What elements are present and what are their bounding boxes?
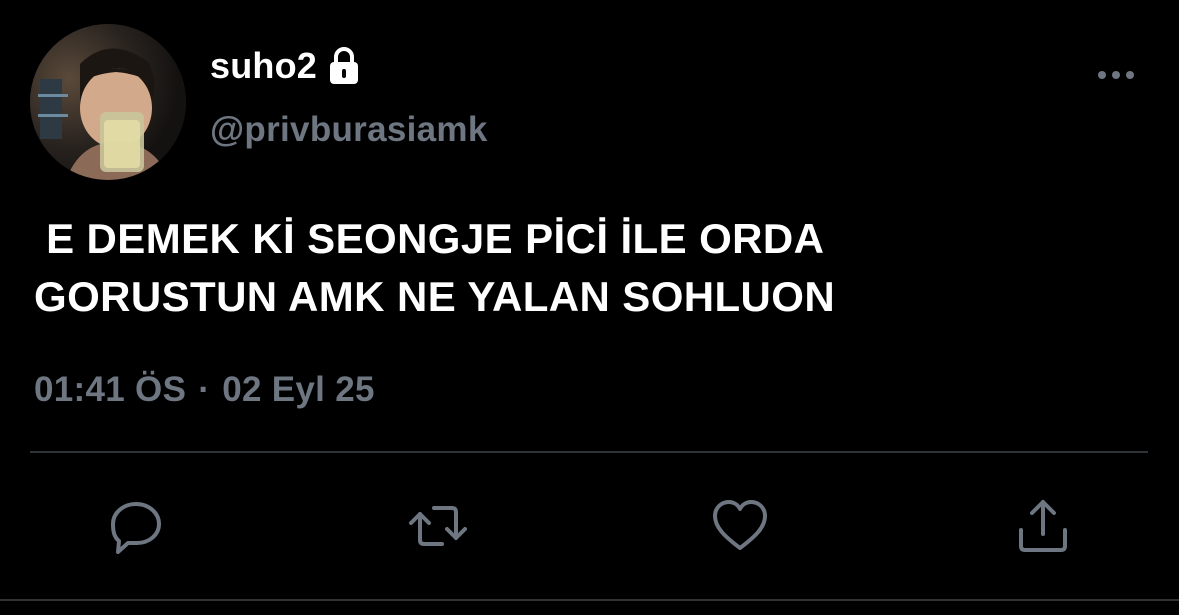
tweet-card: suho2 @privburasiamk E DEMEK Kİ SEONGJE … [0, 0, 1179, 615]
comment-icon [111, 502, 161, 554]
user-handle[interactable]: @privburasiamk [210, 110, 488, 150]
timestamp-separator: · [198, 370, 211, 409]
tweet-date: 02 Eyl 25 [222, 370, 375, 409]
tweet-time: 01:41 ÖS [34, 370, 187, 409]
divider [30, 451, 1148, 453]
bottom-divider [0, 599, 1179, 601]
author-name-row: suho2 [210, 42, 361, 90]
retweet-button[interactable] [408, 496, 468, 556]
lock-icon [330, 47, 359, 84]
reply-button[interactable] [106, 496, 166, 556]
avatar-photo [30, 24, 186, 180]
share-button[interactable] [1013, 496, 1073, 556]
more-icon [1098, 71, 1134, 79]
share-icon [1019, 500, 1067, 552]
avatar[interactable] [30, 24, 186, 180]
tweet-timestamp[interactable]: 01:41 ÖS · 02 Eyl 25 [34, 370, 375, 410]
tweet-text: E DEMEK Kİ SEONGJE PİCİ İLE ORDA GORUSTU… [34, 215, 836, 320]
heart-icon [713, 500, 767, 550]
display-name[interactable]: suho2 [210, 45, 317, 87]
retweet-icon [409, 506, 467, 546]
like-button[interactable] [710, 496, 770, 556]
more-options-button[interactable] [1092, 62, 1142, 88]
